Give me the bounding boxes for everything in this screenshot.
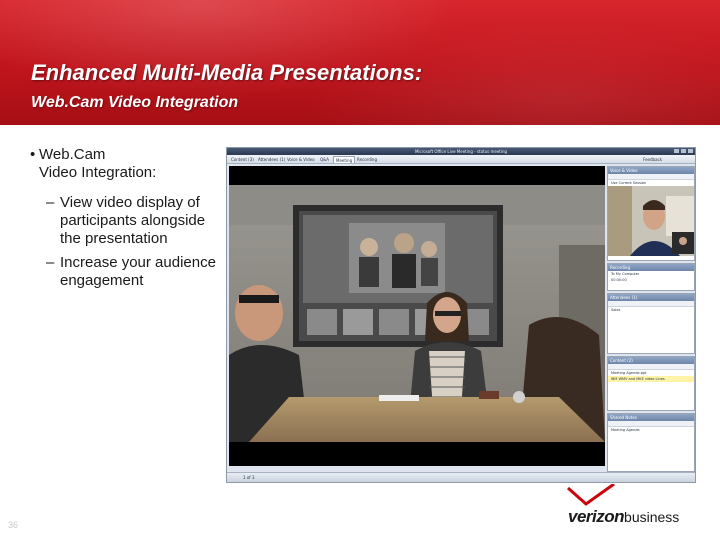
video-frame	[229, 185, 605, 442]
page-number: 36	[8, 520, 19, 530]
sub-bullet-item: – Increase your audience engagement	[46, 254, 220, 290]
meeting-toolbar: Content (3) Attendees (1) Voice & Video …	[227, 155, 695, 164]
window-titlebar: Microsoft Office Live Meeting - status m…	[227, 148, 695, 155]
tab-voice-video[interactable]: Voice & Video	[285, 156, 317, 163]
tab-recording[interactable]: Recording	[355, 156, 379, 163]
attendees-pane: Attendees (1) Sales	[607, 293, 695, 354]
feedback-button[interactable]: Feedback	[643, 156, 662, 163]
pane-row[interactable]: Meeting Agenda	[608, 427, 694, 433]
pane-row[interactable]: IBM WMV and MKE video Lines	[608, 376, 694, 382]
webcam-video	[608, 186, 694, 256]
shared-notes-pane: Shared Notes Meeting Agenda	[607, 413, 695, 472]
sub-bullet-list: – View video display of participants alon…	[30, 194, 220, 290]
header-band: Enhanced Multi-Media Presentations: Web.…	[0, 0, 720, 125]
bullet-text: Web.Cam Video Integration:	[39, 146, 157, 181]
meeting-room-video	[229, 185, 605, 442]
live-meeting-screenshot: Microsoft Office Live Meeting - status m…	[226, 147, 696, 483]
close-icon[interactable]	[688, 149, 693, 153]
page-indicator: 1 of 3	[243, 475, 255, 480]
minimize-icon[interactable]	[674, 149, 679, 153]
tab-content[interactable]: Content (3)	[229, 156, 256, 163]
sub-bullet-text: View video display of participants along…	[60, 194, 206, 247]
tab-meeting[interactable]: Meeting	[333, 156, 356, 163]
status-bar: 1 of 3	[227, 472, 695, 482]
slide-title: Enhanced Multi-Media Presentations:	[31, 60, 423, 85]
slide-subtitle: Web.Cam Video Integration	[31, 94, 239, 111]
presentation-stage	[229, 166, 605, 466]
recording-pane: Recording To My Computer 00:00:00	[607, 263, 695, 291]
sub-bullet-text: Increase your audience engagement	[60, 254, 216, 289]
tab-qa[interactable]: Q&A	[318, 156, 331, 163]
logo-wordmark: verizonbusiness	[568, 507, 680, 526]
bullet-list: • Web.Cam Video Integration: – View video…	[30, 146, 220, 296]
maximize-icon[interactable]	[681, 149, 686, 153]
pane-row[interactable]: Sales	[608, 307, 694, 313]
bullet-item: • Web.Cam Video Integration:	[30, 146, 220, 182]
slide: Enhanced Multi-Media Presentations: Web.…	[0, 0, 720, 540]
sub-bullet-item: – View video display of participants alon…	[46, 194, 220, 248]
window-title: Microsoft Office Live Meeting - status m…	[414, 149, 508, 154]
pane-title: Content (2)	[608, 357, 694, 364]
bullet-dot: •	[30, 146, 36, 163]
pane-title: Voice & Video	[608, 167, 694, 174]
voice-video-pane: Voice & Video Use Current Session	[607, 166, 695, 261]
window-controls	[674, 149, 693, 153]
pane-title: Shared Notes	[608, 414, 694, 421]
content-pane: Content (2) Meeting Agenda.ppt IBM WMV a…	[607, 356, 695, 411]
tab-attendees[interactable]: Attendees (1)	[256, 156, 287, 163]
pane-row: 00:00:00	[611, 278, 627, 282]
verizon-business-logo: verizonbusiness	[566, 484, 716, 530]
pane-title: Attendees (1)	[608, 294, 694, 301]
pane-title: Recording	[608, 264, 694, 271]
